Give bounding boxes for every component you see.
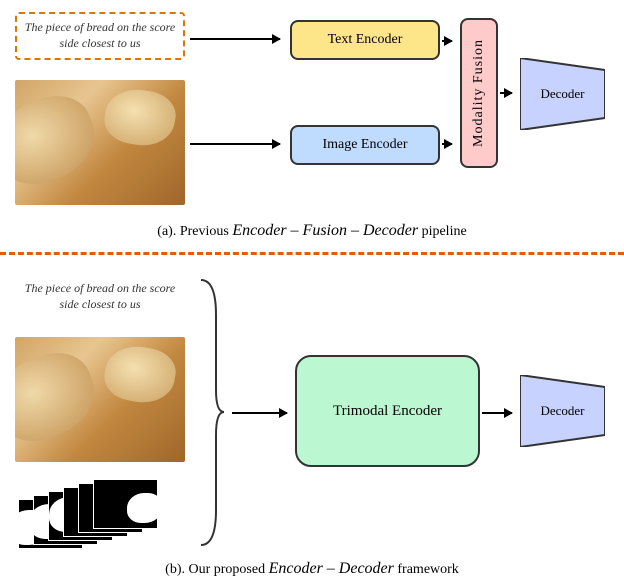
decoder-block-a: Decoder: [520, 58, 605, 130]
input-image-a: [15, 80, 185, 205]
text-encoder-label: Text Encoder: [328, 32, 403, 48]
caption-a-suffix: pipeline: [418, 224, 467, 239]
text-query-box-a: The piece of bread on the score side clo…: [15, 12, 185, 60]
caption-b-prefix: (b). Our proposed: [165, 562, 268, 577]
input-image-b: [15, 337, 185, 462]
arrow-inputs-to-trimodal: [232, 412, 287, 414]
caption-a-fancy: Encoder – Fusion – Decoder: [232, 222, 418, 239]
arrow-text-to-encoder: [190, 38, 280, 40]
decoder-block-b: Decoder: [520, 375, 605, 447]
arrow-imgenc-to-fusion: [442, 143, 452, 145]
brace-icon: [196, 275, 226, 550]
panel-previous-pipeline: The piece of bread on the score side clo…: [0, 0, 624, 240]
mask-6: [93, 479, 158, 529]
panel-divider: [0, 252, 624, 255]
modality-fusion-label: Modality Fusion: [471, 39, 487, 147]
image-encoder-label: Image Encoder: [322, 137, 407, 153]
caption-b: (b). Our proposed Encoder – Decoder fram…: [0, 560, 624, 578]
arrow-fusion-to-decoder: [500, 92, 512, 94]
trimodal-encoder-block: Trimodal Encoder: [295, 355, 480, 467]
trimodal-encoder-label: Trimodal Encoder: [333, 403, 442, 420]
caption-a: (a). Previous Encoder – Fusion – Decoder…: [0, 222, 624, 240]
caption-b-fancy: Encoder – Decoder: [269, 560, 394, 577]
decoder-label-b: Decoder: [540, 403, 584, 419]
modality-fusion-block: Modality Fusion: [460, 18, 498, 168]
arrow-textenc-to-fusion: [442, 40, 452, 42]
text-query-content-b: The piece of bread on the score side clo…: [19, 281, 181, 312]
caption-b-suffix: framework: [394, 562, 459, 577]
text-query-content-a: The piece of bread on the score side clo…: [21, 20, 179, 51]
decoder-label-a: Decoder: [540, 86, 584, 102]
image-encoder-block: Image Encoder: [290, 125, 440, 165]
text-query-box-b: The piece of bread on the score side clo…: [15, 273, 185, 321]
caption-a-prefix: (a). Previous: [157, 224, 232, 239]
panel-proposed-framework: The piece of bread on the score side clo…: [0, 265, 624, 580]
text-encoder-block: Text Encoder: [290, 20, 440, 60]
mask-stack: [18, 475, 178, 555]
arrow-trimodal-to-decoder: [482, 412, 512, 414]
arrow-image-to-encoder: [190, 143, 280, 145]
